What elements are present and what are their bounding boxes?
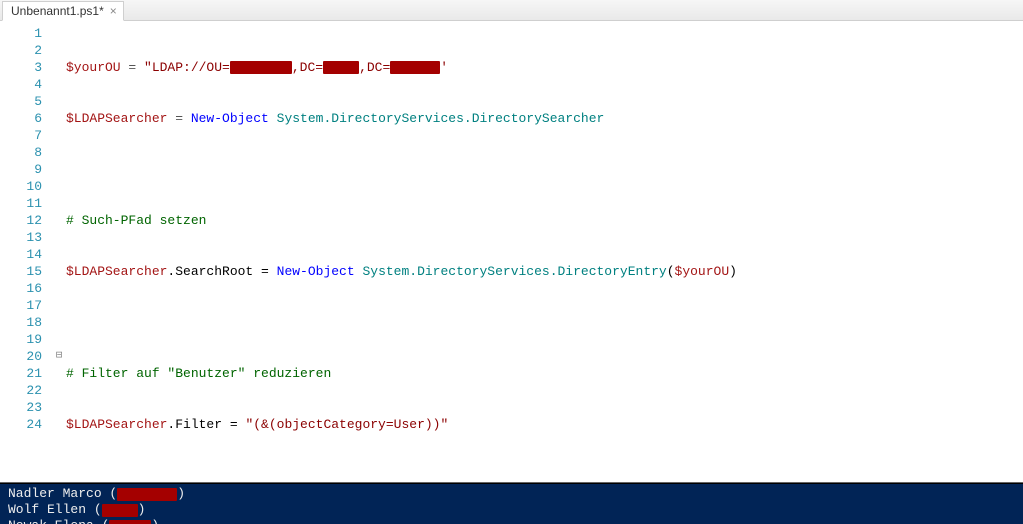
line-number: 14 [4,246,42,263]
line-number: 11 [4,195,42,212]
line-number: 23 [4,399,42,416]
code-editor[interactable]: 123456789101112131415161718192021222324 … [0,21,1023,482]
line-number: 18 [4,314,42,331]
fold-column: ⊟ [52,21,66,482]
line-number: 13 [4,229,42,246]
line-number-gutter: 123456789101112131415161718192021222324 [0,21,52,482]
line-number: 19 [4,331,42,348]
line-number: 4 [4,76,42,93]
close-icon[interactable]: × [110,5,117,17]
line-number: 5 [4,93,42,110]
tab-unbenannt1[interactable]: Unbenannt1.ps1* × [2,1,124,21]
line-number: 17 [4,297,42,314]
line-number: 9 [4,161,42,178]
fold-toggle-icon[interactable]: ⊟ [52,348,66,365]
redaction [117,488,177,501]
redaction [102,504,138,517]
line-number: 2 [4,42,42,59]
line-number: 1 [4,25,42,42]
line-number: 3 [4,59,42,76]
console-output[interactable]: Nadler Marco ( )Wolf Ellen ( )Nowak Elen… [0,484,1023,524]
line-number: 24 [4,416,42,433]
redaction: xxx [390,61,440,74]
code-token: $yourOU [66,60,121,75]
redaction: xxxx [230,61,292,74]
line-number: 22 [4,382,42,399]
redaction [109,520,151,524]
line-number: 7 [4,127,42,144]
line-number: 8 [4,144,42,161]
line-number: 16 [4,280,42,297]
line-number: 12 [4,212,42,229]
tab-bar: Unbenannt1.ps1* × [0,0,1023,21]
line-number: 6 [4,110,42,127]
code-area[interactable]: $yourOU = "LDAP://OU=xxxx,DC=xx,DC=xxx' … [66,21,1023,482]
line-number: 15 [4,263,42,280]
console-line: Wolf Ellen ( ) [8,502,1017,518]
console-line: Nadler Marco ( ) [8,486,1017,502]
redaction: xx [323,61,359,74]
line-number: 21 [4,365,42,382]
line-number: 10 [4,178,42,195]
tab-title: Unbenannt1.ps1* [11,4,104,18]
console-line: Nowak Elena ( ) [8,518,1017,524]
line-number: 20 [4,348,42,365]
